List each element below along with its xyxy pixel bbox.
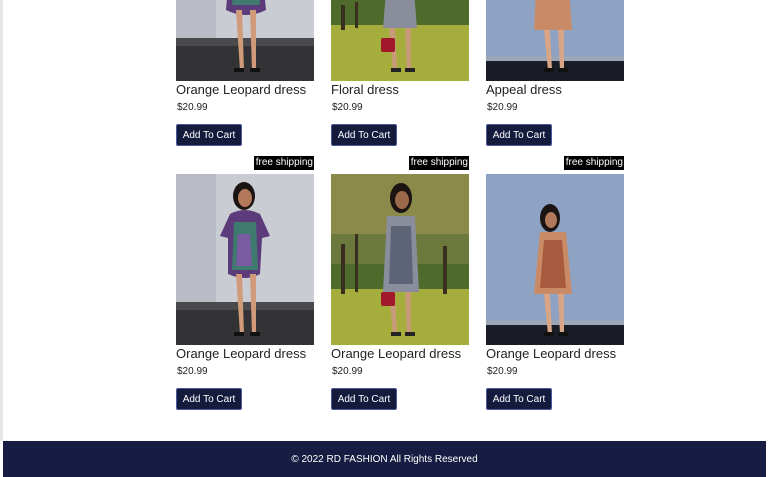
product-name[interactable]: Appeal dress (486, 82, 562, 97)
page-left-border (0, 0, 3, 441)
product-image[interactable] (331, 0, 469, 81)
product-name[interactable]: Orange Leopard dress (331, 346, 461, 361)
add-to-cart-button[interactable]: Add To Cart (331, 388, 397, 410)
product-card: free shipping Orange Leopard dress $20.9… (176, 156, 314, 416)
free-shipping-badge: free shipping (408, 156, 469, 170)
product-card: Orange Leopard dress $20.99 Add To Cart (176, 0, 314, 150)
product-image[interactable] (176, 0, 314, 81)
free-shipping-badge: free shipping (253, 156, 314, 170)
add-to-cart-button[interactable]: Add To Cart (486, 388, 552, 410)
product-image[interactable] (486, 0, 624, 81)
product-name[interactable]: Orange Leopard dress (176, 82, 306, 97)
free-shipping-badge: free shipping (563, 156, 624, 170)
product-price: $20.99 (177, 366, 208, 377)
product-image[interactable] (331, 174, 469, 345)
product-card: Floral dress $20.99 Add To Cart (331, 0, 469, 150)
product-price: $20.99 (487, 366, 518, 377)
product-image[interactable] (486, 174, 624, 345)
product-name[interactable]: Orange Leopard dress (486, 346, 616, 361)
product-name[interactable]: Orange Leopard dress (176, 346, 306, 361)
product-price: $20.99 (332, 366, 363, 377)
product-card: free shipping Orange Leopard dress $20.9… (486, 156, 624, 416)
add-to-cart-button[interactable]: Add To Cart (176, 388, 242, 410)
product-card: Appeal dress $20.99 Add To Cart (486, 0, 624, 150)
product-price: $20.99 (332, 102, 363, 113)
site-footer: © 2022 RD FASHION All Rights Reserved (3, 441, 766, 477)
add-to-cart-button[interactable]: Add To Cart (176, 124, 242, 146)
product-price: $20.99 (177, 102, 208, 113)
add-to-cart-button[interactable]: Add To Cart (486, 124, 552, 146)
footer-copyright: © 2022 RD FASHION All Rights Reserved (291, 453, 478, 465)
product-name[interactable]: Floral dress (331, 82, 399, 97)
add-to-cart-button[interactable]: Add To Cart (331, 124, 397, 146)
product-image[interactable] (176, 174, 314, 345)
product-card: free shipping Orange Leopard dress $20.9… (331, 156, 469, 416)
product-price: $20.99 (487, 102, 518, 113)
